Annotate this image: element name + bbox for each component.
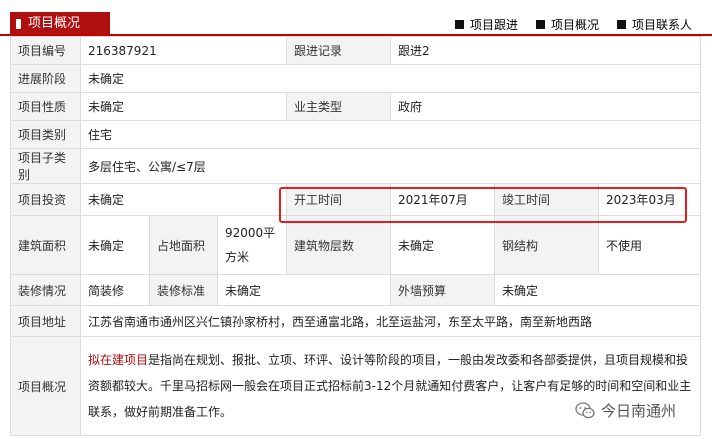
section-nav: 项目跟进 项目概况 项目联系人	[454, 16, 692, 33]
follow-record-value[interactable]: 跟进2	[390, 36, 701, 65]
subcategory-value: 多层住宅、公寓/≤7层	[80, 148, 701, 184]
bullet-square-icon	[616, 20, 626, 29]
investment-value: 未确定	[80, 183, 287, 216]
start-time-label: 开工时间	[286, 183, 391, 216]
nav-project-follow[interactable]: 项目跟进	[454, 16, 518, 33]
nav-project-contacts[interactable]: 项目联系人	[616, 16, 692, 33]
nature-value: 未确定	[80, 92, 287, 121]
decoration-standard-value: 未确定	[217, 274, 391, 306]
category-label: 项目类别	[10, 120, 81, 149]
wall-budget-value: 未确定	[494, 274, 701, 306]
land-area-label: 占地面积	[149, 215, 218, 275]
table-row: 项目类别 住宅	[10, 120, 701, 149]
address-label: 项目地址	[10, 305, 81, 337]
table-row: 项目地址 江苏省南通市通州区兴仁镇孙家桥村，西至通富北路，北至运盐河，东至太平路…	[10, 305, 701, 337]
subcategory-label: 项目子类别	[10, 148, 81, 184]
table-row: 项目性质 未确定 业主类型 政府	[10, 92, 701, 121]
title-decoration	[16, 19, 21, 29]
table-row: 装修情况 简装修 装修标准 未确定 外墙预算 未确定	[10, 274, 701, 306]
nav-label: 项目联系人	[631, 18, 692, 32]
section-header: 项目概况 项目跟进 项目概况 项目联系人	[0, 0, 712, 36]
building-area-label: 建筑面积	[10, 215, 81, 275]
nav-project-overview[interactable]: 项目概况	[535, 16, 599, 33]
owner-type-value: 政府	[390, 92, 701, 121]
nav-label: 项目跟进	[469, 18, 518, 32]
nav-label: 项目概况	[550, 18, 599, 32]
table-row: 建筑面积 未确定 占地面积 92000平方米 建筑物层数 未确定 钢结构 不使用	[10, 215, 701, 275]
stage-value: 未确定	[80, 64, 701, 93]
owner-type-label: 业主类型	[286, 92, 391, 121]
category-value: 住宅	[80, 120, 701, 149]
decoration-standard-label: 装修标准	[149, 274, 218, 306]
watermark: 今日南通州	[575, 400, 676, 421]
table-row: 项目投资 未确定 开工时间 2021年07月 竣工时间 2023年03月	[10, 183, 701, 216]
land-area-value: 92000平方米	[217, 215, 287, 275]
project-code-label: 项目编号	[10, 36, 81, 65]
table-row: 进展阶段 未确定	[10, 64, 701, 93]
watermark-text: 今日南通州	[601, 402, 677, 420]
finish-time-label: 竣工时间	[494, 183, 599, 216]
floors-value: 未确定	[390, 215, 495, 275]
wall-budget-label: 外墙预算	[390, 274, 495, 306]
wechat-icon	[575, 401, 595, 418]
section-title: 项目概况	[28, 16, 81, 31]
section-title-tab: 项目概况	[10, 12, 110, 36]
finish-time-value: 2023年03月	[598, 183, 701, 216]
building-area-value: 未确定	[80, 215, 150, 275]
floors-label: 建筑物层数	[286, 215, 391, 275]
decoration-value: 简装修	[80, 274, 150, 306]
steel-structure-label: 钢结构	[494, 215, 599, 275]
steel-structure-value: 不使用	[598, 215, 701, 275]
table-row: 项目编号 216387921 跟进记录 跟进2	[10, 36, 701, 65]
overview-highlight-link[interactable]: 拟在建项目	[88, 353, 148, 367]
investment-label: 项目投资	[10, 183, 81, 216]
decoration-label: 装修情况	[10, 274, 81, 306]
follow-record-label: 跟进记录	[286, 36, 391, 65]
nature-label: 项目性质	[10, 92, 81, 121]
table-row: 项目子类别 多层住宅、公寓/≤7层	[10, 148, 701, 184]
project-info-table: 项目编号 216387921 跟进记录 跟进2 进展阶段 未确定 项目性质 未确…	[10, 36, 701, 436]
stage-label: 进展阶段	[10, 64, 81, 93]
start-time-value: 2021年07月	[390, 183, 495, 216]
project-code-value: 216387921	[80, 36, 287, 65]
bullet-square-icon	[454, 20, 464, 29]
overview-label: 项目概况	[10, 336, 81, 436]
bullet-square-icon	[535, 20, 545, 29]
address-value: 江苏省南通市通州区兴仁镇孙家桥村，西至通富北路，北至运盐河，东至太平路，南至新地…	[80, 305, 701, 337]
